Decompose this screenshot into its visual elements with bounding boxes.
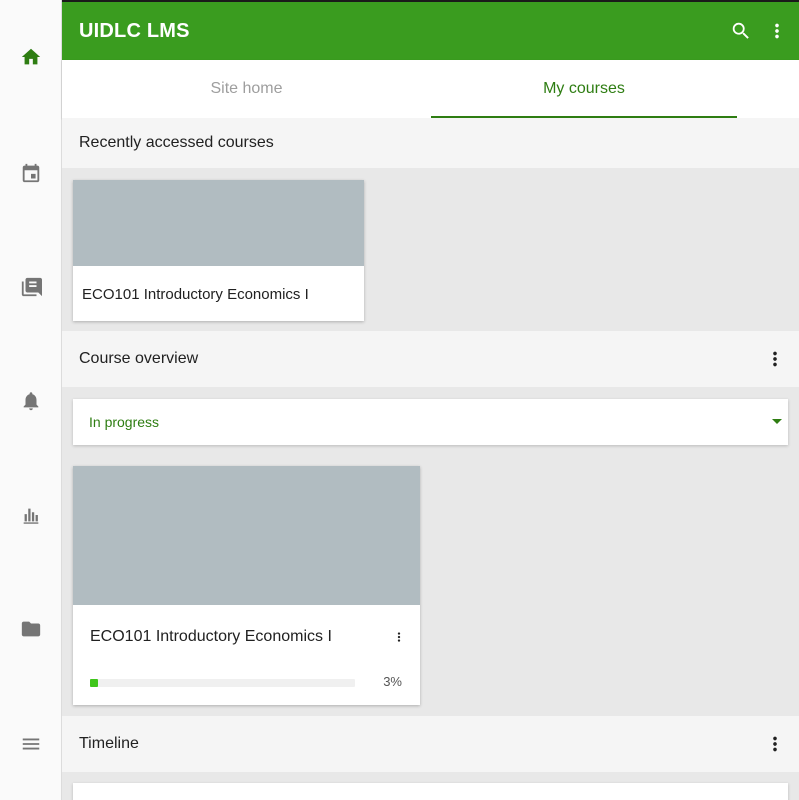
nav-menu[interactable] — [0, 716, 62, 772]
course-filter-value: In progress — [89, 414, 160, 430]
course-overview-title: Course overview — [79, 350, 199, 367]
recent-course-card[interactable]: ECO101 Introductory Economics I — [73, 180, 364, 321]
search-button[interactable] — [723, 11, 759, 51]
course-overview-menu-button[interactable] — [763, 345, 787, 373]
nav-files[interactable] — [0, 601, 62, 657]
course-progress-fill — [90, 679, 98, 687]
app-title: UIDLC LMS — [79, 19, 190, 42]
timeline-card — [73, 783, 788, 800]
nav-home[interactable] — [0, 29, 62, 85]
course-card-name: ECO101 Introductory Economics I — [90, 628, 332, 645]
course-image — [73, 466, 420, 605]
tab-bar: Site home My courses — [62, 60, 799, 118]
files-icon — [21, 621, 41, 637]
more-vert-icon — [773, 351, 777, 367]
course-image — [73, 180, 364, 266]
recent-courses-header: Recently accessed courses — [62, 118, 799, 168]
more-vert-icon — [397, 632, 401, 642]
course-card-menu-button[interactable] — [392, 624, 406, 650]
course-progress-label: 3% — [383, 674, 402, 689]
course-card[interactable]: ECO101 Introductory Economics I 3% — [73, 466, 420, 705]
messages-icon — [21, 277, 42, 297]
nav-notifications[interactable] — [0, 373, 62, 429]
recent-course-name: ECO101 Introductory Economics I — [82, 286, 309, 303]
app-bar: UIDLC LMS — [62, 0, 799, 60]
grades-icon — [23, 508, 39, 524]
nav-calendar[interactable] — [0, 145, 62, 201]
more-vert-icon — [773, 736, 777, 752]
side-nav-rail — [0, 0, 62, 800]
course-progress-bar — [90, 679, 355, 687]
timeline-header: Timeline — [62, 716, 799, 772]
timeline-menu-button[interactable] — [763, 730, 787, 758]
more-vert-icon — [775, 23, 779, 39]
tab-site-home[interactable]: Site home — [62, 60, 431, 118]
notifications-icon — [23, 392, 39, 411]
calendar-icon — [22, 163, 40, 183]
search-icon — [732, 22, 749, 39]
nav-grades[interactable] — [0, 487, 62, 543]
timeline-title: Timeline — [79, 735, 139, 752]
menu-icon — [22, 738, 40, 750]
course-filter-select[interactable]: In progress — [73, 399, 788, 445]
home-icon — [21, 48, 41, 65]
tab-my-courses[interactable]: My courses — [431, 60, 737, 118]
recent-courses-title: Recently accessed courses — [79, 134, 274, 151]
chevron-down-icon — [772, 419, 782, 424]
course-overview-header: Course overview — [62, 331, 799, 387]
nav-messages[interactable] — [0, 259, 62, 315]
overflow-menu-button[interactable] — [759, 11, 795, 51]
